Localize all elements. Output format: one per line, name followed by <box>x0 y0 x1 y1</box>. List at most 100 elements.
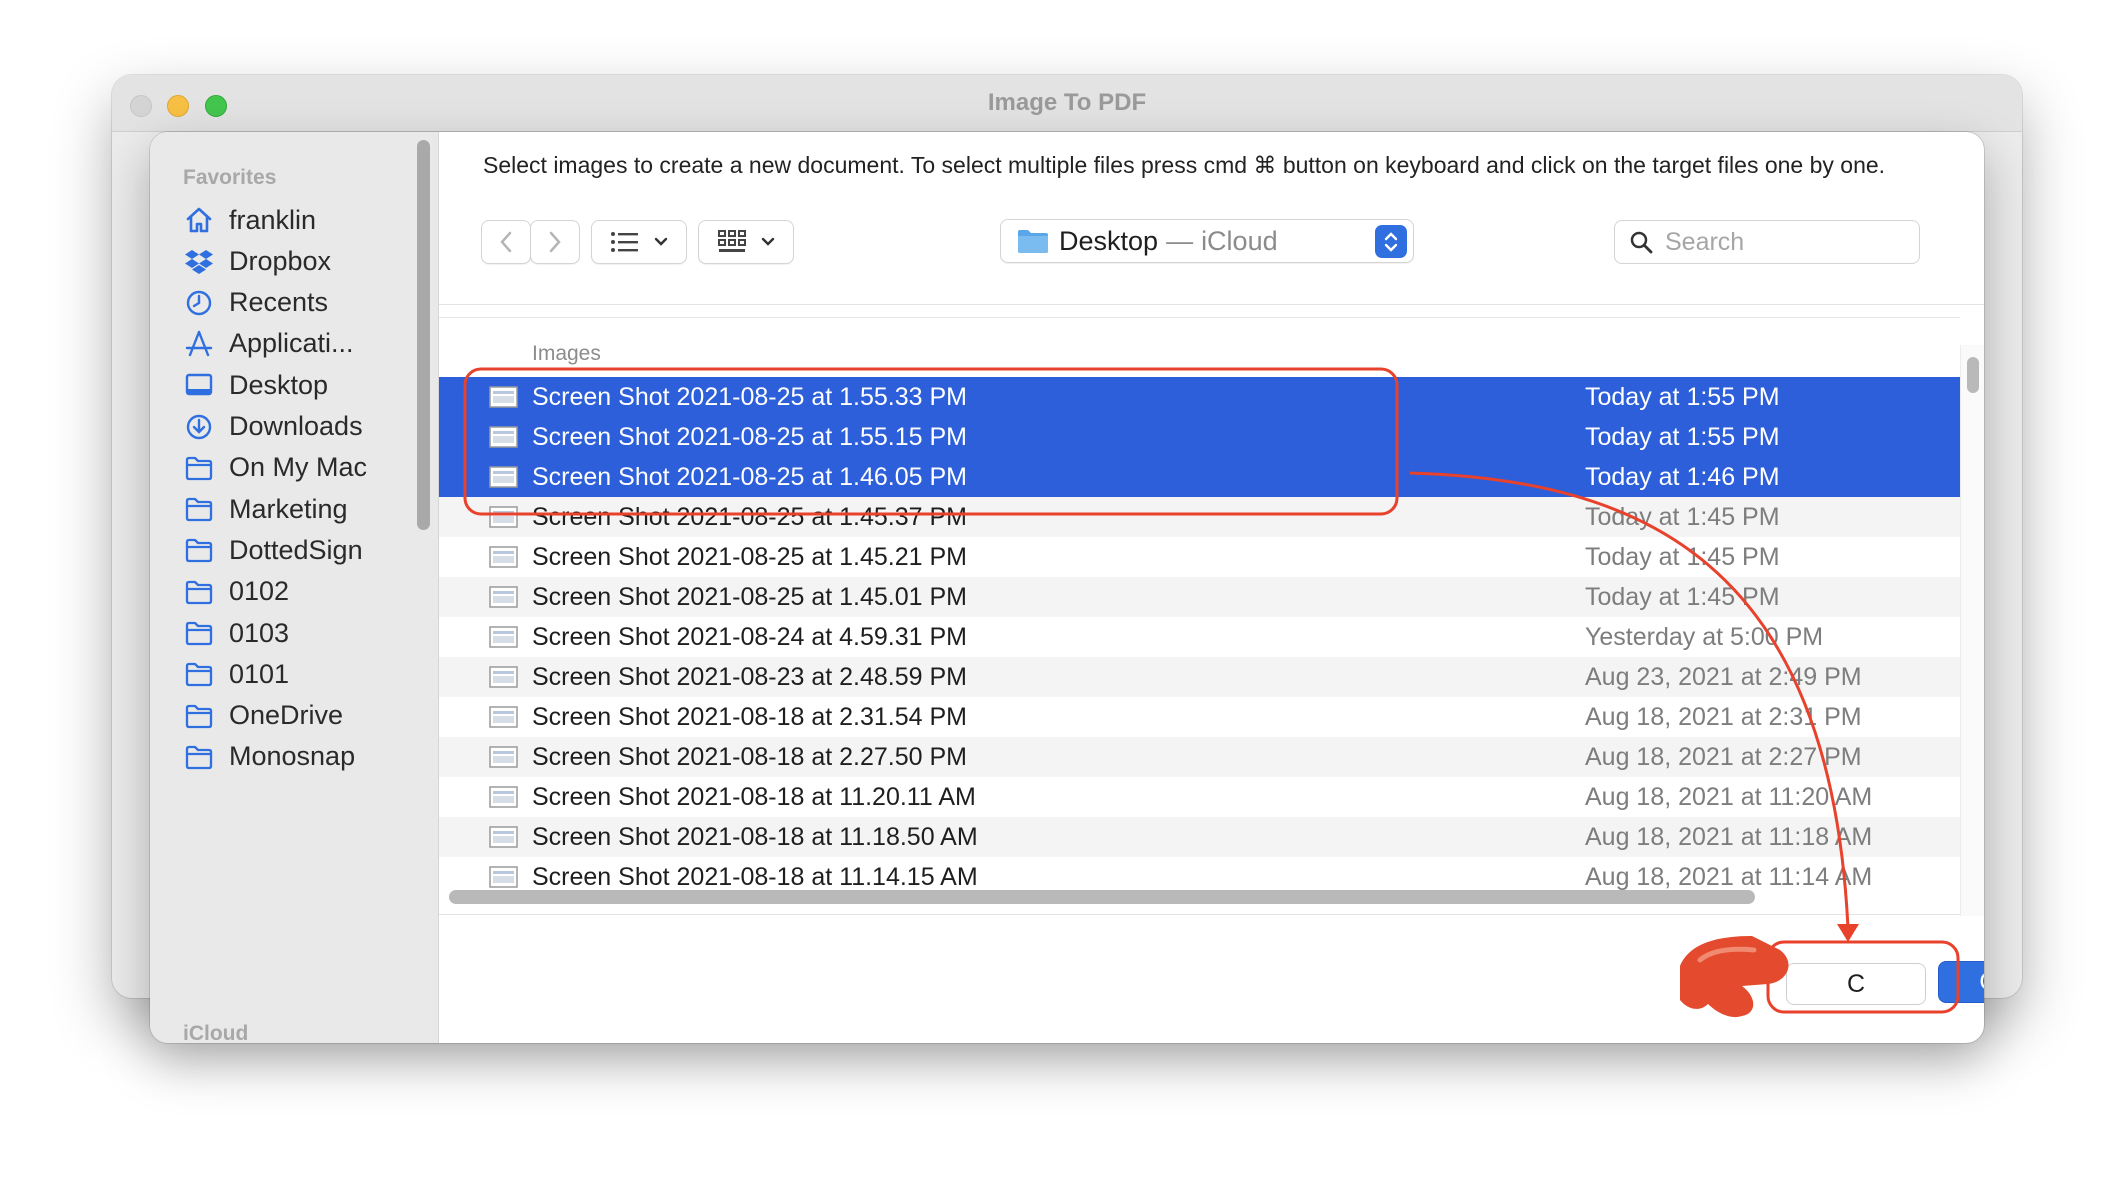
file-row[interactable]: Screen Shot 2021-08-25 at 1.45.01 PM Toda… <box>439 577 1960 617</box>
sidebar-item-recents[interactable]: Recents <box>183 281 423 325</box>
sidebar-item-applicati[interactable]: Applicati... <box>183 322 423 366</box>
file-name: Screen Shot 2021-08-25 at 1.45.37 PM <box>532 502 968 531</box>
desktop-icon <box>183 369 215 401</box>
file-name: Screen Shot 2021-08-25 at 1.55.15 PM <box>532 422 968 451</box>
sidebar-item-downloads[interactable]: Downloads <box>183 405 423 449</box>
file-row[interactable]: Screen Shot 2021-08-25 at 1.55.33 PM Toda… <box>439 377 1960 417</box>
sidebar: Favorites iCloud franklin Dropbox Recents A… <box>150 132 439 1043</box>
sidebar-item-label: Marketing <box>229 493 348 524</box>
forward-button[interactable] <box>530 220 580 264</box>
search-icon <box>1630 231 1653 254</box>
sidebar-item-label: Monosnap <box>229 741 356 772</box>
image-file-icon <box>489 466 518 488</box>
sidebar-item-0103[interactable]: 0103 <box>183 611 423 655</box>
file-date: Today at 1:45 PM <box>1585 542 1780 571</box>
sidebar-section-favorites: Favorites <box>183 166 277 189</box>
sidebar-item-label: On My Mac <box>229 452 368 483</box>
sidebar-item-dottedsign[interactable]: DottedSign <box>183 528 423 572</box>
sidebar-item-label: 0103 <box>229 617 290 648</box>
file-row[interactable]: Screen Shot 2021-08-24 at 4.59.31 PM Yest… <box>439 617 1960 657</box>
chevron-down-icon <box>654 237 668 246</box>
file-date: Today at 1:45 PM <box>1585 502 1780 531</box>
sidebar-item-onedrive[interactable]: OneDrive <box>183 694 423 738</box>
sidebar-item-monosnap[interactable]: Monosnap <box>183 735 423 779</box>
sidebar-item-on-my-mac[interactable]: On My Mac <box>183 446 423 490</box>
image-file-icon <box>489 626 518 648</box>
sidebar-item-0102[interactable]: 0102 <box>183 570 423 614</box>
file-date: Aug 18, 2021 at 11:14 AM <box>1585 862 1873 891</box>
folder-icon <box>183 493 215 525</box>
sidebar-item-label: Downloads <box>229 411 363 441</box>
updown-chevron-icon <box>1375 225 1407 258</box>
file-row[interactable]: Screen Shot 2021-08-25 at 1.46.05 PM Toda… <box>439 457 1960 497</box>
search-input[interactable] <box>1665 227 1895 257</box>
file-name: Screen Shot 2021-08-18 at 11.14.15 AM <box>532 862 978 891</box>
file-date: Today at 1:55 PM <box>1585 422 1780 451</box>
location-popup[interactable]: Desktop — iCloud <box>1000 219 1414 263</box>
home-icon <box>183 204 215 236</box>
file-row[interactable]: Screen Shot 2021-08-18 at 11.18.50 AM Aug… <box>439 817 1960 857</box>
dropbox-icon <box>183 245 215 277</box>
file-name: Screen Shot 2021-08-23 at 2.48.59 PM <box>532 662 968 691</box>
image-file-icon <box>489 666 518 688</box>
file-row[interactable]: Screen Shot 2021-08-18 at 11.20.11 AM Aug… <box>439 777 1960 817</box>
vertical-scroll-thumb[interactable] <box>1967 357 1979 393</box>
search-box <box>1614 220 1920 264</box>
file-name: Screen Shot 2021-08-25 at 1.45.01 PM <box>532 582 968 611</box>
image-file-icon <box>489 426 518 448</box>
file-date: Today at 1:46 PM <box>1585 462 1780 491</box>
grid-icon <box>718 230 746 252</box>
instructions-text: Select images to create a new document. … <box>483 152 1886 178</box>
file-row[interactable]: Screen Shot 2021-08-25 at 1.45.21 PM Toda… <box>439 537 1960 577</box>
sidebar-item-label: 0102 <box>229 576 290 607</box>
sidebar-item-label: franklin <box>229 204 317 235</box>
vertical-scrollbar[interactable] <box>1960 345 1984 916</box>
location-folder: Desktop <box>1059 225 1159 256</box>
downloads-icon <box>183 411 215 443</box>
sidebar-section-icloud: iCloud <box>183 1022 249 1043</box>
file-row[interactable]: Screen Shot 2021-08-25 at 1.45.37 PM Toda… <box>439 497 1960 537</box>
file-date: Yesterday at 5:00 PM <box>1585 622 1824 651</box>
group-view-button[interactable] <box>698 220 794 264</box>
sidebar-item-label: OneDrive <box>229 700 344 731</box>
sidebar-item-desktop[interactable]: Desktop <box>183 363 423 407</box>
applications-icon <box>183 328 215 360</box>
file-name: Screen Shot 2021-08-25 at 1.55.33 PM <box>532 382 968 411</box>
image-file-icon <box>489 746 518 768</box>
file-browser: Select images to create a new document. … <box>439 132 1984 1043</box>
folder-icon <box>183 617 215 649</box>
image-file-icon <box>489 866 518 888</box>
location-volume: iCloud <box>1201 225 1278 256</box>
sidebar-item-dropbox[interactable]: Dropbox <box>183 239 423 283</box>
file-date: Aug 18, 2021 at 11:20 AM <box>1585 782 1873 811</box>
back-button[interactable] <box>481 220 531 264</box>
sidebar-item-marketing[interactable]: Marketing <box>183 487 423 531</box>
image-file-icon <box>489 586 518 608</box>
sidebar-item-franklin[interactable]: franklin <box>183 198 423 242</box>
folder-icon <box>183 576 215 608</box>
folder-icon <box>183 741 215 773</box>
list-view-button[interactable] <box>591 220 687 264</box>
file-name: Screen Shot 2021-08-18 at 2.31.54 PM <box>532 702 968 731</box>
file-row[interactable]: Screen Shot 2021-08-25 at 1.55.15 PM Toda… <box>439 417 1960 457</box>
file-row[interactable]: Screen Shot 2021-08-23 at 2.48.59 PM Aug … <box>439 657 1960 697</box>
sidebar-item-label: DottedSign <box>229 534 363 565</box>
cancel-button[interactable]: C <box>1786 963 1926 1005</box>
file-date: Today at 1:45 PM <box>1585 582 1780 611</box>
sidebar-item-label: Recents <box>229 287 329 318</box>
file-name: Screen Shot 2021-08-25 at 1.46.05 PM <box>532 462 968 491</box>
list-icon <box>611 232 638 252</box>
file-date: Aug 23, 2021 at 2:49 PM <box>1585 662 1862 691</box>
sidebar-item-0101[interactable]: 0101 <box>183 652 423 696</box>
file-name: Screen Shot 2021-08-24 at 4.59.31 PM <box>532 622 968 651</box>
folder-icon <box>183 452 215 484</box>
horizontal-scroll-thumb[interactable] <box>449 890 1755 904</box>
file-name: Screen Shot 2021-08-18 at 11.20.11 AM <box>532 782 976 811</box>
file-date: Aug 18, 2021 at 2:27 PM <box>1585 742 1862 771</box>
open-button[interactable]: Open <box>1938 961 1984 1003</box>
folder-icon <box>1018 230 1048 253</box>
file-name: Screen Shot 2021-08-18 at 2.27.50 PM <box>532 742 968 771</box>
file-name: Screen Shot 2021-08-25 at 1.45.21 PM <box>532 542 968 571</box>
file-row[interactable]: Screen Shot 2021-08-18 at 2.27.50 PM Aug … <box>439 737 1960 777</box>
file-row[interactable]: Screen Shot 2021-08-18 at 2.31.54 PM Aug … <box>439 697 1960 737</box>
